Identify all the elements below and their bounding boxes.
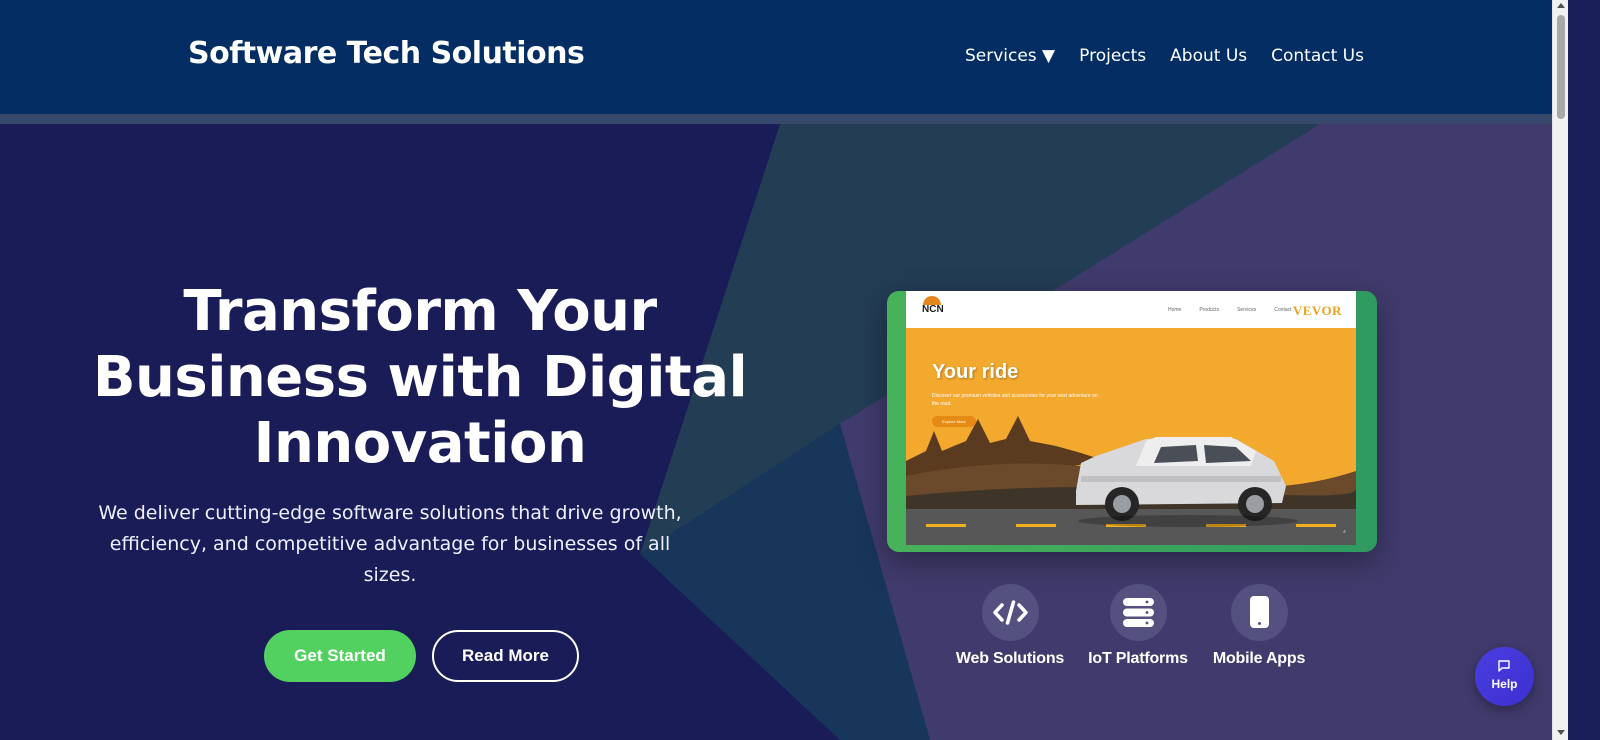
help-label: Help [1491, 677, 1518, 691]
scroll-down-icon[interactable] [1557, 730, 1565, 735]
feature-icon-circle [981, 584, 1039, 641]
help-button[interactable]: Help [1475, 647, 1534, 706]
showcase-description: Discover our premium vehicles and access… [932, 393, 1098, 407]
feature-icon-circle [1109, 584, 1167, 641]
header-divider [0, 114, 1552, 124]
feature-icon-circle [1230, 584, 1288, 641]
feature-web-solutions[interactable]: Web Solutions [945, 584, 1075, 668]
showcase-button: Explore More [932, 416, 976, 427]
showcase-site-brand: VEVOR [1292, 303, 1342, 318]
scroll-up-icon[interactable] [1557, 3, 1565, 8]
main-nav: Services ▼ Projects About Us Contact Us [965, 46, 1364, 66]
feature-iot-platforms[interactable]: IoT Platforms [1073, 584, 1203, 668]
hero-title: Transform Your Business with Digital Inn… [92, 279, 748, 476]
scroll-thumb[interactable] [1557, 15, 1565, 119]
nav-about[interactable]: About Us [1170, 46, 1247, 66]
feature-mobile-apps[interactable]: Mobile Apps [1194, 584, 1324, 668]
nav-services[interactable]: Services ▼ [965, 46, 1055, 66]
nav-projects[interactable]: Projects [1079, 46, 1146, 66]
showcase-site-nav: NCN Home Products Services Contact VEVOR [906, 291, 1356, 328]
chat-icon [1498, 660, 1510, 672]
site-header: Software Tech Solutions Services ▼ Proje… [0, 0, 1552, 114]
feature-label: Mobile Apps [1212, 650, 1306, 667]
showcase-link: Home [1168, 307, 1182, 313]
hero-section: Transform Your Business with Digital Inn… [0, 124, 1552, 740]
code-icon [992, 600, 1028, 625]
hero-subtitle: We deliver cutting-edge software solutio… [98, 502, 682, 586]
page-scrollbar[interactable] [1552, 0, 1568, 740]
server-icon [1122, 598, 1154, 627]
showcase-link: Contact [1274, 307, 1292, 313]
project-showcase[interactable]: NCN Home Products Services Contact VEVOR… [887, 291, 1377, 552]
showcase-link: Products [1199, 307, 1220, 313]
feature-label: Web Solutions [955, 650, 1065, 667]
nav-contact[interactable]: Contact Us [1271, 46, 1364, 66]
site-brand[interactable]: Software Tech Solutions [188, 36, 585, 71]
showcase-site-logo: NCN [922, 304, 944, 315]
read-more-button[interactable]: Read More [432, 630, 579, 682]
showcase-corner-mark: ⌕ [1343, 529, 1346, 535]
mobile-icon [1249, 596, 1269, 628]
feature-label: IoT Platforms [1088, 650, 1188, 667]
showcase-site-links: Home Products Services Contact [1168, 307, 1292, 313]
showcase-title: Your ride [932, 361, 1019, 383]
showcase-screenshot: NCN Home Products Services Contact VEVOR… [906, 291, 1356, 545]
get-started-button[interactable]: Get Started [264, 630, 416, 682]
showcase-link: Services [1237, 307, 1257, 313]
